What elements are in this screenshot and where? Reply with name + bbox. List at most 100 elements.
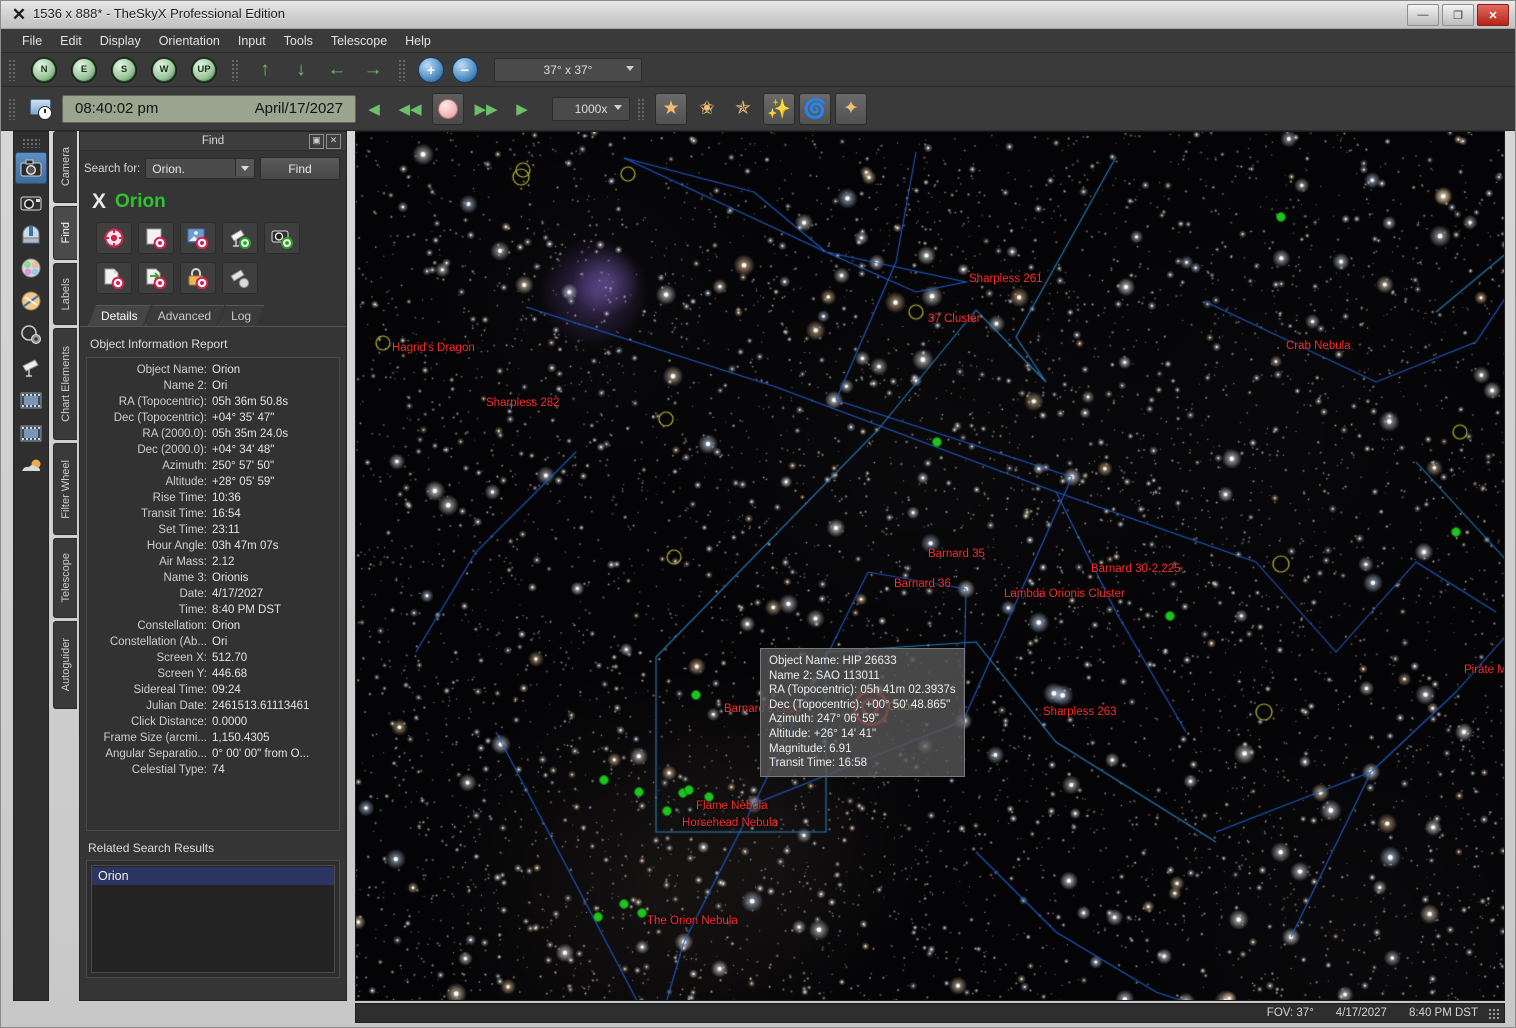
compass-north-button[interactable]: N [32,57,56,82]
tool-rail [13,131,49,1001]
moon-gear-icon[interactable] [16,319,46,349]
compass-south-button[interactable]: S [112,57,136,82]
star-field-canvas[interactable] [356,132,1504,1000]
fov-select[interactable]: 37° x 37° [494,57,642,82]
sidebar-item-labels[interactable]: Labels [53,263,77,325]
telescope-ball-icon[interactable] [222,262,258,294]
observatory-dome-icon[interactable] [16,220,46,250]
report-value: +04° 35' 47" [212,412,275,424]
screen-clock-icon[interactable] [28,97,54,121]
sky-chart[interactable]: Hagrid's Dragon Sharpless 282 Sharpless 26… [355,131,1505,1001]
toolbar-grip-2[interactable] [231,58,240,81]
film-strip-icon[interactable] [16,385,46,415]
menu-orientation[interactable]: Orientation [150,31,229,51]
tab-log[interactable]: Log [218,305,264,326]
undock-icon[interactable]: ▣ [309,134,324,149]
close-button[interactable]: ✕ [1477,4,1509,26]
sidebar-item-telescope[interactable]: Telescope [53,538,77,618]
sidebar-item-filter-wheel[interactable]: Filter Wheel [53,443,77,535]
object-information-report: Object Information Report Object Name: Or… [86,335,340,831]
status-fov: FOV: 37° [1266,1007,1314,1019]
variable-stars-icon[interactable]: ✬ [691,93,723,125]
search-dropdown-icon[interactable] [235,159,254,176]
x-logo-icon: ✕ [11,5,27,24]
set-now-button[interactable] [432,92,464,125]
tab-details[interactable]: Details [88,305,151,326]
menu-edit[interactable]: Edit [51,31,91,51]
tooltip-line: Object Name: HIP 26633 [769,655,897,667]
film-strip-2-icon[interactable] [16,418,46,448]
new-frame-icon[interactable] [138,222,174,254]
telescope-icon[interactable] [16,352,46,382]
search-input[interactable]: Orion. [145,158,255,179]
compass-east-button[interactable]: E [72,57,96,82]
double-stars-icon[interactable]: ✯ [727,93,759,125]
sidebar-item-camera[interactable]: Camera [53,131,77,203]
lock-icon[interactable] [180,262,216,294]
document-stamp-icon[interactable] [96,262,132,294]
play-button[interactable]: ▶ [508,95,536,123]
menu-display[interactable]: Display [91,31,150,51]
close-icon[interactable]: ✕ [326,134,341,149]
resize-grip-icon[interactable] [1488,1008,1500,1020]
galaxies-icon[interactable]: 🌀 [799,92,831,125]
fast-forward-button[interactable]: ▶▶ [472,95,500,123]
tooltip-line: Name 2: SAO 113011 [769,669,880,682]
report-row: Constellation: Orion [89,618,337,634]
pan-down-icon[interactable]: ↓ [288,57,314,83]
telescope-slew-icon[interactable] [222,222,258,254]
color-wheel-icon[interactable] [16,253,46,283]
pan-right-icon[interactable]: → [360,57,386,83]
sidebar-item-find[interactable]: Find [53,206,77,260]
camera-alt-icon[interactable] [16,187,46,217]
status-time: 8:40 PM DST [1408,1007,1478,1019]
date-time-field[interactable]: 08:40:02 pm April/17/2027 [62,94,356,123]
photo-frame-icon[interactable] [180,222,216,254]
rail-grip[interactable] [22,138,40,148]
orientation-icon[interactable] [16,286,46,316]
object-tooltip: Object Name: HIP 26633 Name 2: SAO 113011… [760,648,965,777]
tab-advanced[interactable]: Advanced [145,305,224,326]
report-value: 74 [212,764,225,776]
sidebar-item-autoguider[interactable]: Autoguider [53,621,77,709]
report-value: 8:40 PM DST [212,604,282,616]
rewind-button[interactable]: ◀◀ [396,95,424,123]
pan-up-icon[interactable]: ↑ [252,57,278,83]
report-key: Screen Y: [157,668,207,680]
related-results-list[interactable]: Orion [91,865,335,973]
menu-file[interactable]: File [13,31,51,51]
zoom-in-icon[interactable]: + [418,56,444,83]
menu-telescope[interactable]: Telescope [322,31,396,51]
compass-up-button[interactable]: UP [192,57,216,82]
find-button[interactable]: Find [260,157,340,180]
toolbar-grip-3[interactable] [398,58,407,81]
window-controls: — ❐ ✕ [1407,4,1509,26]
camera-capture-icon[interactable] [264,222,300,254]
report-value: 10:36 [212,492,241,504]
star-clusters-icon[interactable]: ✨ [763,92,795,125]
menu-help[interactable]: Help [396,31,440,51]
pan-left-icon[interactable]: ← [324,57,350,83]
zoom-out-icon[interactable]: − [452,56,478,83]
stars-toggle-icon[interactable]: ★ [655,92,687,125]
time-rate-select[interactable]: 1000x [552,96,630,121]
menu-input[interactable]: Input [229,31,275,51]
minimize-button[interactable]: — [1407,4,1439,26]
center-target-icon[interactable] [96,222,132,254]
star-toolbar-grip[interactable] [637,97,646,120]
compass-west-button[interactable]: W [152,57,176,82]
report-value: +28° 05' 59" [212,476,275,488]
menu-tools[interactable]: Tools [275,31,322,51]
step-back-button[interactable]: ◀ [360,95,388,123]
sidebar-item-chart-elements[interactable]: Chart Elements [53,328,77,440]
constellations-icon[interactable]: ✦ [835,92,867,125]
weather-icon[interactable] [16,451,46,481]
list-item[interactable]: Orion [92,867,334,885]
time-toolbar-grip[interactable] [8,97,17,120]
camera-icon[interactable] [15,152,47,184]
document-export-icon[interactable] [138,262,174,294]
maximize-button[interactable]: ❐ [1442,4,1474,26]
toolbar-grip[interactable] [8,58,17,81]
report-key: Dec (Topocentric): [113,412,207,424]
report-key: Name 3: [163,572,207,584]
